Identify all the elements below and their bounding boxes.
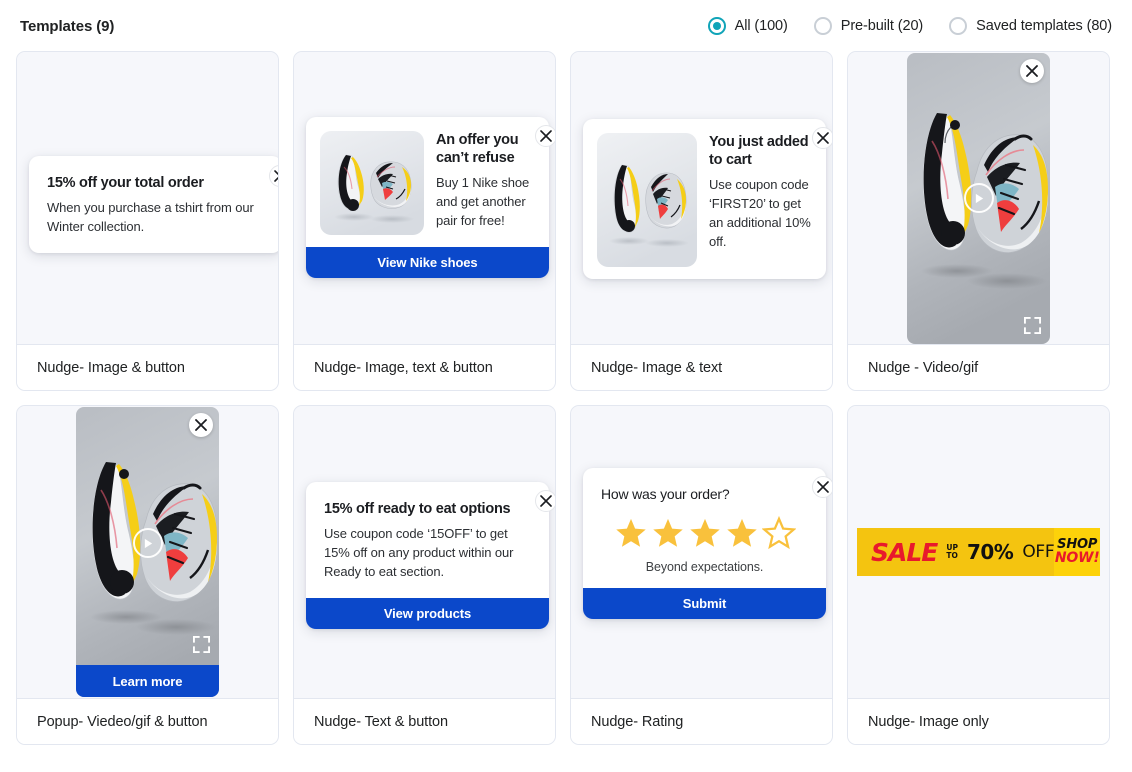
- nudge-title: 15% off ready to eat options: [324, 501, 511, 517]
- play-icon[interactable]: [963, 183, 994, 213]
- template-card[interactable]: 15% off ready to eat options Use coupon …: [293, 405, 556, 745]
- template-label: Nudge- Rating: [571, 698, 832, 744]
- close-icon[interactable]: [535, 490, 555, 512]
- close-icon[interactable]: [812, 127, 832, 149]
- filter-all-label: All (100): [734, 18, 788, 34]
- template-preview: [848, 52, 1109, 344]
- sale-banner: SALE UP TO 70% OFF SHOP NOW!: [857, 528, 1100, 576]
- nudge-title: An offer you can’t refuse: [436, 132, 519, 167]
- template-label: Nudge- Text & button: [294, 698, 555, 744]
- template-card[interactable]: 15% off your total order When you purcha…: [16, 51, 279, 391]
- sale-upto: UP TO: [946, 544, 958, 560]
- filter-radio-group: All (100) Pre-built (20) Saved templates…: [707, 17, 1112, 35]
- rating-caption: Beyond expectations.: [645, 560, 764, 574]
- nudge-text: Use coupon code ‘15OFF’ to get 15% off o…: [324, 526, 514, 579]
- template-label: Popup- Viedeo/gif & button: [17, 698, 278, 744]
- nudge-text: Buy 1 Nike shoe and get another pair for…: [436, 175, 530, 228]
- templates-grid: 15% off your total order When you purcha…: [16, 51, 1118, 745]
- radio-saved-icon[interactable]: [949, 17, 968, 35]
- sale-banner-right: SHOP NOW!: [1054, 528, 1100, 576]
- nudge-popup: 15% off your total order When you purcha…: [29, 156, 278, 253]
- close-icon[interactable]: [535, 125, 555, 147]
- close-icon[interactable]: [1020, 58, 1044, 83]
- template-label: Nudge- Image, text & button: [294, 344, 555, 390]
- nudge-body: You just added to cart Use coupon code ‘…: [583, 119, 826, 279]
- template-preview: 15% off your total order When you purcha…: [17, 52, 278, 344]
- video-preview[interactable]: Learn more: [76, 407, 219, 697]
- nudge-text: When you purchase a tshirt from our Wint…: [47, 200, 254, 234]
- video-cta-button[interactable]: Learn more: [76, 665, 219, 697]
- star-filled-icon[interactable]: [614, 516, 648, 550]
- sale-word: SALE: [871, 537, 938, 567]
- sale-percent: 70%: [966, 540, 1014, 564]
- nudge-cta-button[interactable]: View products: [306, 597, 549, 629]
- nudge-title: You just added to cart: [709, 134, 809, 169]
- radio-all-icon[interactable]: [707, 17, 726, 35]
- nudge-col: An offer you can’t refuse Buy 1 Nike sho…: [436, 131, 535, 235]
- template-preview: SALE UP TO 70% OFF SHOP NOW!: [848, 406, 1109, 698]
- nudge-body: 15% off your total order When you purcha…: [29, 156, 278, 253]
- template-label: Nudge- Image only: [848, 698, 1109, 744]
- play-icon[interactable]: [132, 528, 163, 559]
- filter-saved-templates[interactable]: Saved templates (80): [949, 17, 1112, 35]
- template-label: Nudge- Image & button: [17, 344, 278, 390]
- nudge-popup: 15% off ready to eat options Use coupon …: [306, 482, 555, 629]
- template-card[interactable]: An offer you can’t refuse Buy 1 Nike sho…: [293, 51, 556, 391]
- shop-text: SHOP: [1057, 536, 1098, 552]
- filter-all[interactable]: All (100): [707, 17, 788, 35]
- nudge-body: 15% off ready to eat options Use coupon …: [306, 482, 549, 598]
- now-text: NOW!: [1054, 550, 1100, 567]
- template-label: Nudge - Video/gif: [848, 344, 1109, 390]
- sale-to: TO: [946, 551, 958, 560]
- templates-page: Templates (9) All (100) Pre-built (20) S…: [0, 0, 1132, 772]
- rating-body: How was your order? Beyond expectations.: [583, 468, 826, 588]
- nudge-popup: How was your order? Beyond expectations.…: [583, 468, 832, 619]
- video-preview[interactable]: [907, 52, 1050, 344]
- page-header: Templates (9) All (100) Pre-built (20) S…: [0, 0, 1132, 52]
- template-preview: You just added to cart Use coupon code ‘…: [571, 52, 832, 344]
- star-filled-icon[interactable]: [688, 516, 722, 550]
- nudge-body: An offer you can’t refuse Buy 1 Nike sho…: [306, 117, 549, 247]
- radio-prebuilt-icon[interactable]: [813, 17, 832, 35]
- rating-question: How was your order?: [601, 486, 730, 502]
- nudge-popup: An offer you can’t refuse Buy 1 Nike sho…: [306, 117, 555, 278]
- template-preview: How was your order? Beyond expectations.…: [571, 406, 832, 698]
- star-rating[interactable]: [601, 516, 808, 550]
- rating-submit-button[interactable]: Submit: [583, 588, 826, 619]
- template-card[interactable]: Nudge - Video/gif: [847, 51, 1110, 391]
- product-image: [320, 131, 424, 235]
- fullscreen-icon[interactable]: [1024, 316, 1041, 334]
- product-image: [597, 133, 697, 267]
- nudge-popup: You just added to cart Use coupon code ‘…: [583, 119, 832, 279]
- filter-prebuilt-label: Pre-built (20): [840, 18, 924, 34]
- page-title: Templates (9): [20, 17, 115, 35]
- template-preview: 15% off ready to eat options Use coupon …: [294, 406, 555, 698]
- template-preview: Learn more: [17, 406, 278, 698]
- fullscreen-icon[interactable]: [193, 636, 210, 653]
- template-card[interactable]: You just added to cart Use coupon code ‘…: [570, 51, 833, 391]
- sale-banner-left: SALE UP TO 70% OFF: [857, 528, 1055, 576]
- template-card[interactable]: How was your order? Beyond expectations.…: [570, 405, 833, 745]
- close-icon[interactable]: [812, 476, 832, 498]
- template-card[interactable]: SALE UP TO 70% OFF SHOP NOW! Nudge- Imag…: [847, 405, 1110, 745]
- nudge-text: Use coupon code ‘FIRST20’ to get an addi…: [709, 177, 811, 249]
- template-card[interactable]: Learn more Popup- Viedeo/gif & button: [16, 405, 279, 745]
- close-icon[interactable]: [189, 413, 213, 437]
- nudge-cta-button[interactable]: View Nike shoes: [306, 247, 549, 278]
- template-preview: An offer you can’t refuse Buy 1 Nike sho…: [294, 52, 555, 344]
- filter-saved-label: Saved templates (80): [976, 18, 1112, 34]
- nudge-col: You just added to cart Use coupon code ‘…: [709, 133, 812, 267]
- sale-off: OFF: [1022, 542, 1055, 562]
- star-outline-icon[interactable]: [761, 516, 796, 550]
- filter-prebuilt[interactable]: Pre-built (20): [813, 17, 924, 35]
- star-filled-icon[interactable]: [725, 516, 759, 550]
- template-label: Nudge- Image & text: [571, 344, 832, 390]
- nudge-title: 15% off your total order: [47, 175, 204, 191]
- star-filled-icon[interactable]: [651, 516, 685, 550]
